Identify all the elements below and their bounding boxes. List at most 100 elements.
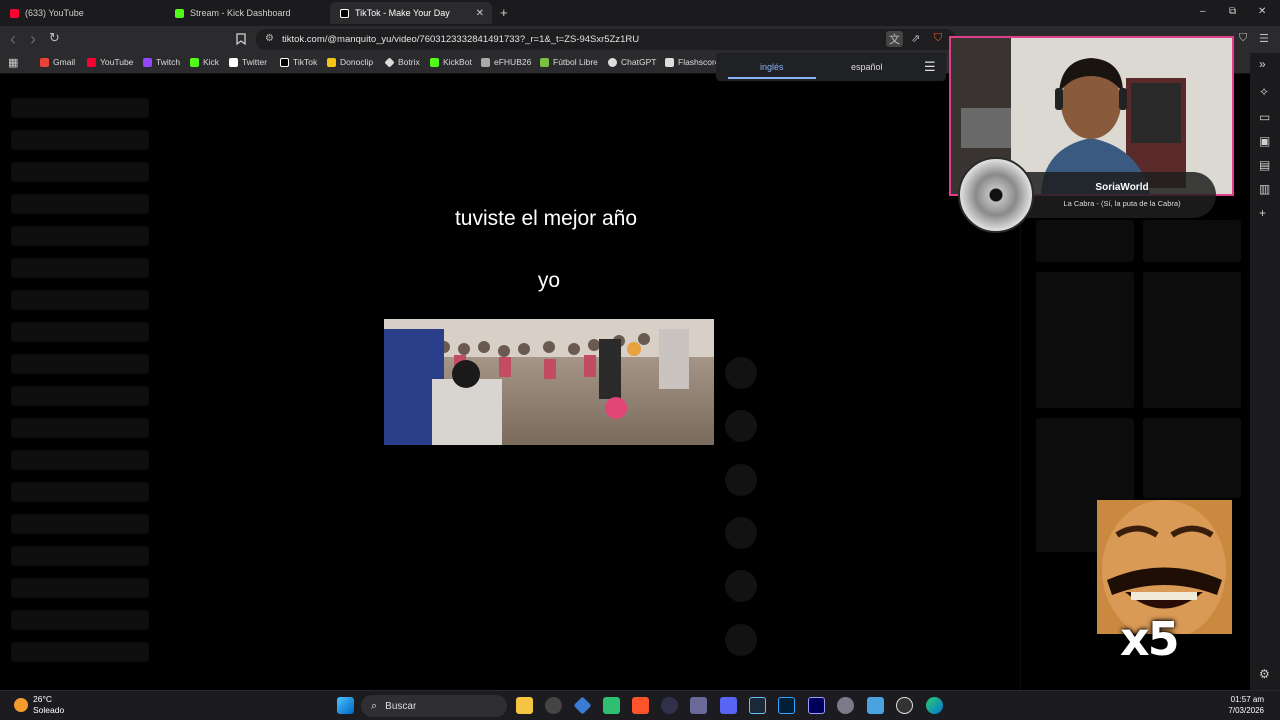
media-icon[interactable]: ▭ xyxy=(1259,110,1270,124)
media-player-icon[interactable] xyxy=(896,697,913,714)
address-bar[interactable]: ⚙ tiktok.com/@manquito_yu/video/76031233… xyxy=(256,29,956,50)
app-green-icon[interactable] xyxy=(603,697,620,714)
bookmark-twitter[interactable]: Twitter xyxy=(229,57,267,67)
vinyl-disc-icon xyxy=(958,157,1034,233)
bookmark-botrix[interactable]: Botrix xyxy=(384,56,420,68)
donoclip-icon xyxy=(327,57,336,67)
translate-popup: inglés español ☰ xyxy=(716,53,946,81)
settings-icon[interactable] xyxy=(837,697,854,714)
browser-sidebar: » ✧ ▭ ▣ ▤ ▥ + ⚙ xyxy=(1250,53,1280,690)
bookmarks-icon[interactable]: ▤ xyxy=(1259,158,1270,172)
bookmark-futbol-libre[interactable]: Fútbol Libre xyxy=(540,57,598,67)
bookmark-flashscore[interactable]: Flashscore xyxy=(665,57,720,67)
expand-sidebar-icon[interactable]: » xyxy=(1259,57,1266,71)
taskbar-search[interactable]: ⌕ Buscar xyxy=(361,695,507,717)
bookmark-kickbot[interactable]: KickBot xyxy=(430,57,472,67)
new-tab-button[interactable]: + xyxy=(500,5,508,20)
weather-sun-icon xyxy=(14,698,28,712)
nav-skeleton-item xyxy=(11,514,149,534)
calculator-icon[interactable] xyxy=(690,697,707,714)
bookmark-youtube[interactable]: YouTube xyxy=(87,57,133,67)
translate-icon[interactable]: 文 xyxy=(886,31,903,47)
tab-tiktok[interactable]: TikTok - Make Your Day ✕ xyxy=(330,2,492,24)
translate-source-language[interactable]: inglés xyxy=(760,62,784,72)
nav-skeleton-item xyxy=(11,482,149,502)
premiere-icon[interactable] xyxy=(808,697,825,714)
nav-skeleton-item xyxy=(11,130,149,150)
kickbot-icon xyxy=(430,57,439,67)
add-panel-icon[interactable]: + xyxy=(1259,206,1266,220)
share-icon[interactable]: ⇗ xyxy=(911,32,920,45)
grid-placeholder xyxy=(1143,272,1241,408)
system-clock[interactable]: 01:57 am 7/03/2026 xyxy=(1228,694,1264,716)
notepad-icon[interactable] xyxy=(867,697,884,714)
bookmark-gmail[interactable]: Gmail xyxy=(40,57,75,67)
clock-date: 7/03/2026 xyxy=(1228,706,1264,715)
tab-kick-dashboard[interactable]: Stream - Kick Dashboard xyxy=(165,2,330,24)
restore-button[interactable]: ⧉ xyxy=(1229,6,1236,17)
apps-icon[interactable]: ▦ xyxy=(8,56,18,69)
share-button-placeholder[interactable] xyxy=(725,517,757,549)
bookmark-tiktok[interactable]: TikTok xyxy=(280,57,317,67)
sound-button-placeholder[interactable] xyxy=(725,624,757,656)
comment-button-placeholder[interactable] xyxy=(725,410,757,442)
video-caption-bottom: yo xyxy=(537,269,561,292)
steam-icon[interactable] xyxy=(749,697,766,714)
tiktok-icon xyxy=(280,57,289,67)
grid-placeholder xyxy=(1143,220,1241,262)
translate-target-language[interactable]: español xyxy=(851,62,883,72)
youtube-icon xyxy=(10,8,19,18)
close-tab-icon[interactable]: ✕ xyxy=(476,8,484,19)
bookmark-donoclip[interactable]: Donoclip xyxy=(327,57,373,67)
botrix-icon xyxy=(384,56,395,68)
bookmark-chatgpt[interactable]: ChatGPT xyxy=(608,57,656,67)
menu-icon[interactable]: ☰ xyxy=(1259,32,1269,45)
site-settings-icon[interactable]: ⚙ xyxy=(265,33,274,44)
tiktok-icon xyxy=(340,8,349,18)
clock-time: 01:57 am xyxy=(1230,695,1264,704)
nav-skeleton-item xyxy=(11,98,149,118)
close-window-button[interactable]: ✕ xyxy=(1258,6,1266,17)
sidebar-settings-icon[interactable]: ⚙ xyxy=(1259,667,1270,681)
chrome-icon[interactable] xyxy=(545,697,562,714)
forward-button[interactable]: › xyxy=(30,29,36,50)
file-explorer-icon[interactable] xyxy=(516,697,533,714)
flashscore-icon xyxy=(665,57,674,67)
video-caption-top: tuviste el mejor año xyxy=(454,207,638,230)
reload-button[interactable]: ↻ xyxy=(49,30,60,46)
grid-placeholder xyxy=(1036,220,1134,262)
bookmark-kick[interactable]: Kick xyxy=(190,57,219,67)
gmail-icon xyxy=(40,57,49,67)
obs-icon[interactable] xyxy=(661,697,678,714)
video-player[interactable] xyxy=(384,319,714,445)
wallet-icon[interactable]: ⛉ xyxy=(1239,32,1247,45)
selected-language-indicator xyxy=(728,77,816,79)
minimize-button[interactable]: – xyxy=(1200,6,1206,17)
wallet-icon[interactable]: ▣ xyxy=(1259,134,1270,148)
like-button-placeholder[interactable] xyxy=(725,357,757,389)
discord-icon[interactable] xyxy=(720,697,737,714)
repost-button-placeholder[interactable] xyxy=(725,570,757,602)
weather-desc: Soleado xyxy=(33,705,65,715)
leo-ai-icon[interactable]: ✧ xyxy=(1259,85,1269,99)
tab-youtube[interactable]: (633) YouTube xyxy=(0,2,165,24)
photoshop-icon[interactable] xyxy=(778,697,795,714)
save-button-placeholder[interactable] xyxy=(725,464,757,496)
brave-shield-icon[interactable]: ⛉ xyxy=(934,32,942,45)
bookmark-efhub26[interactable]: eFHUB26 xyxy=(481,57,531,67)
translate-menu-icon[interactable]: ☰ xyxy=(924,59,936,75)
weather-widget[interactable]: 26°C Soleado xyxy=(14,694,64,716)
reading-list-icon[interactable]: ▥ xyxy=(1259,182,1270,196)
edge-icon[interactable] xyxy=(926,697,943,714)
nav-skeleton-item xyxy=(11,162,149,182)
bookmark-twitch[interactable]: Twitch xyxy=(143,57,180,67)
grid-placeholder xyxy=(1143,418,1241,498)
multiplier-text: x5 xyxy=(1120,612,1180,666)
nav-skeleton-item xyxy=(11,354,149,374)
brave-icon[interactable] xyxy=(632,697,649,714)
bookmark-icon[interactable] xyxy=(236,33,246,48)
app-icon[interactable] xyxy=(573,696,592,715)
windows-start-icon[interactable] xyxy=(337,697,354,714)
grid-placeholder xyxy=(1036,272,1134,408)
back-button[interactable]: ‹ xyxy=(10,29,16,50)
